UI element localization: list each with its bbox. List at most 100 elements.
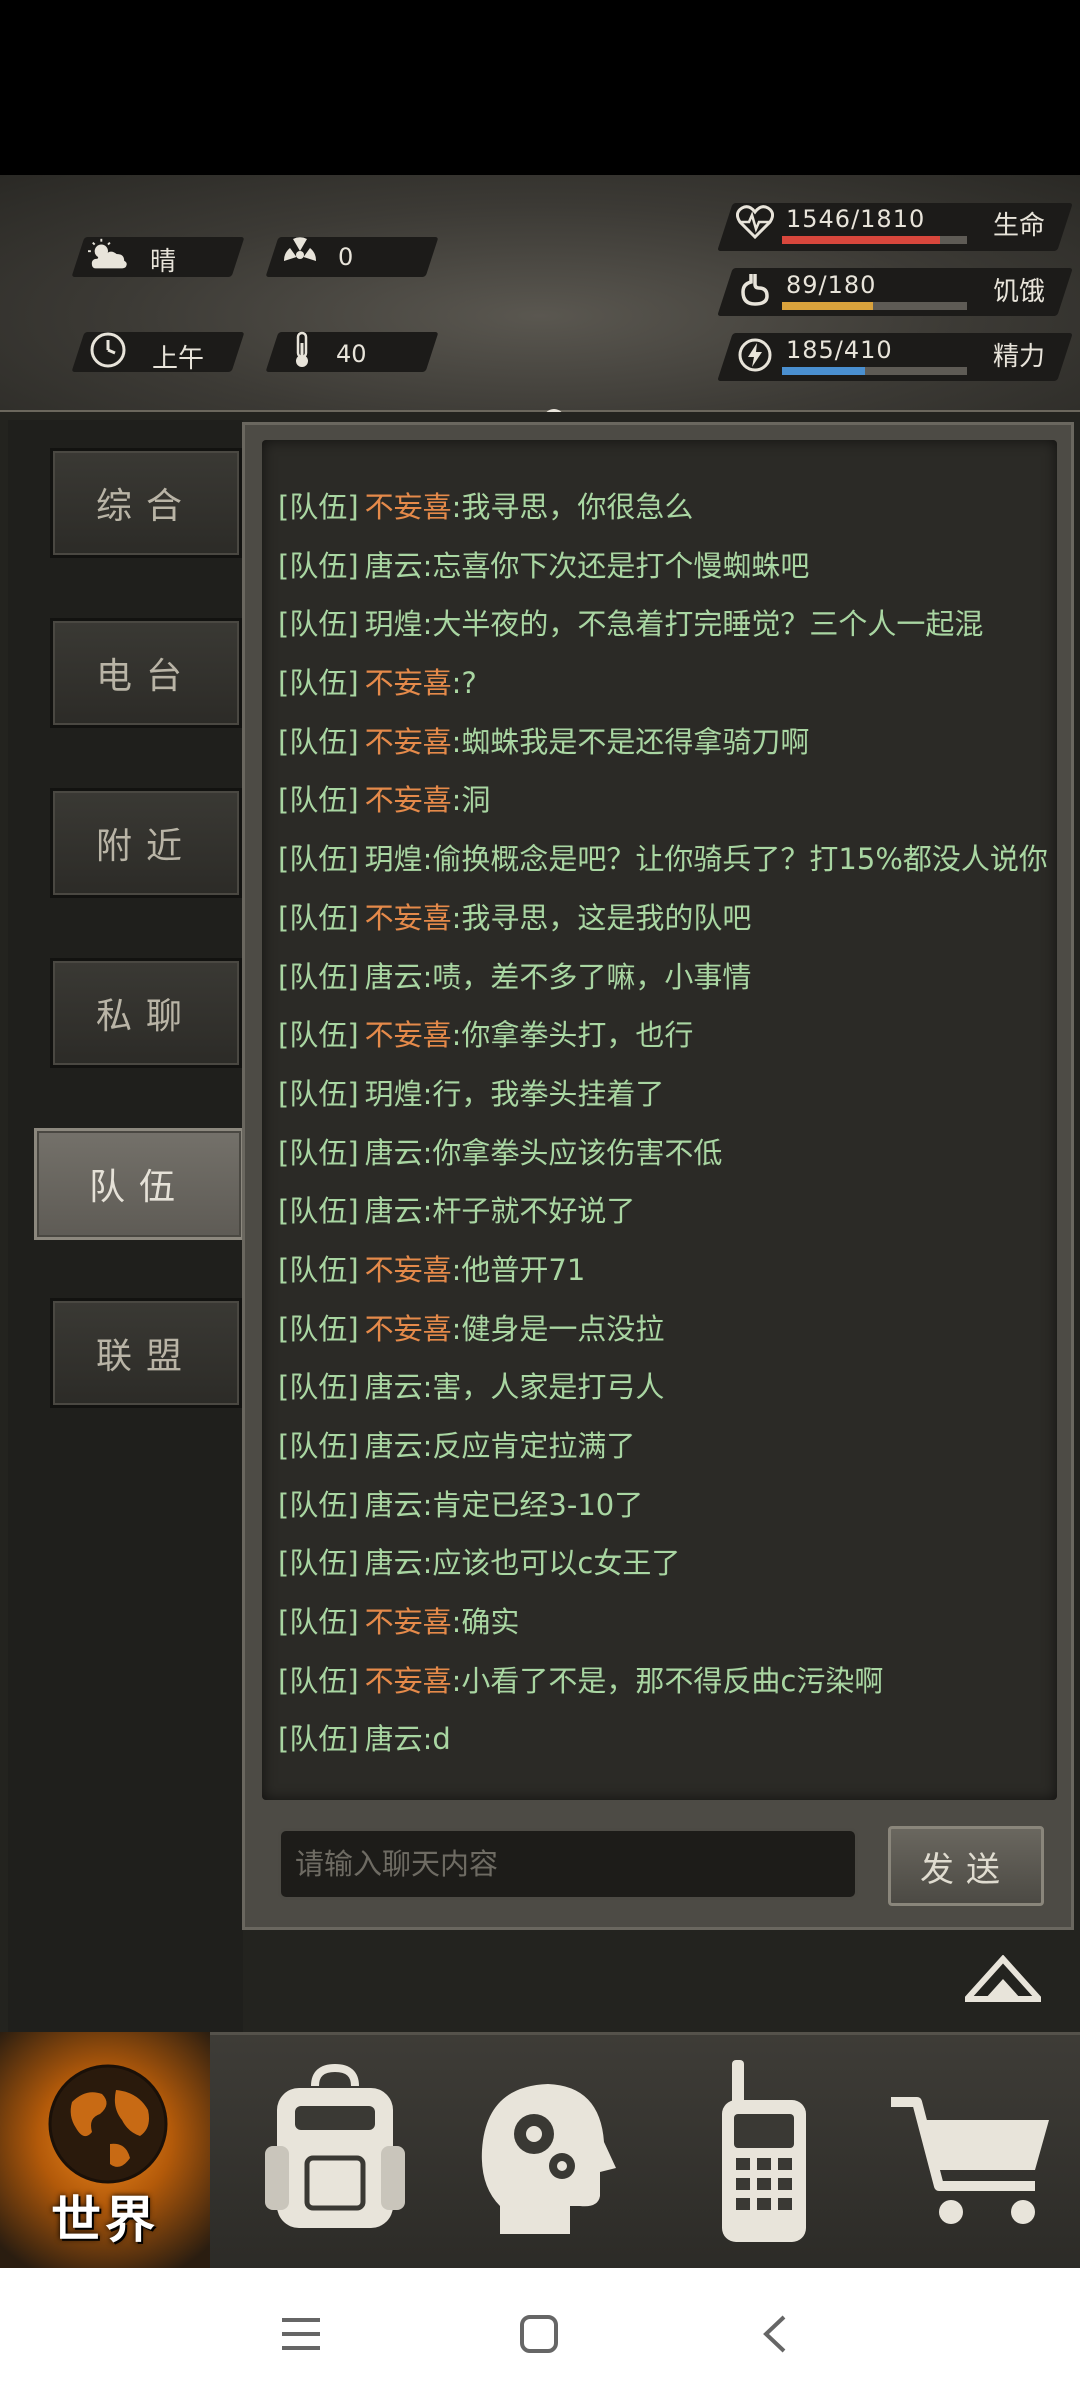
walkie-talkie-icon[interactable] xyxy=(660,2046,860,2262)
sender-name[interactable]: 不妄喜 xyxy=(365,490,452,524)
temperature-value: 40 xyxy=(336,340,367,368)
message-text: :偷换概念是吧？让你骑兵了？打15%都没人说你 xyxy=(422,842,1048,877)
message-text: :反应肯定拉满了 xyxy=(422,1429,636,1463)
tab-radio[interactable]: 电台 xyxy=(50,618,242,728)
channel-tag: [队伍] xyxy=(278,607,359,642)
backpack-icon[interactable] xyxy=(235,2046,435,2262)
status-hud: 晴 0 上午 40 1546/1810 生命 89/180 饥饿 185/410 xyxy=(0,175,1080,550)
thermometer-icon xyxy=(282,330,322,370)
chat-message: [队伍] 玥煌:大半夜的，不急着打完睡觉？三个人一起混 xyxy=(278,595,1058,654)
chat-message: [队伍] 唐云:你拿拳头应该伤害不低 xyxy=(278,1124,1058,1183)
message-text: :? xyxy=(451,666,477,701)
energy-bar xyxy=(782,367,967,375)
channel-tag: [队伍] xyxy=(278,1546,359,1581)
sender-name[interactable]: 不妄喜 xyxy=(365,783,452,817)
hunger-value: 89/180 xyxy=(786,271,877,299)
chat-message: [队伍] 玥煌:偷换概念是吧？让你骑兵了？打15%都没人说你 xyxy=(278,830,1058,889)
channel-tag: [队伍] xyxy=(278,1429,359,1463)
tab-nearby[interactable]: 附近 xyxy=(50,788,242,898)
send-button[interactable]: 发送 xyxy=(888,1826,1044,1906)
sender-name[interactable]: 玥煌 xyxy=(365,842,423,876)
sender-name[interactable]: 唐云 xyxy=(365,1488,423,1522)
chat-message: [队伍] 唐云:害，人家是打弓人 xyxy=(278,1358,1058,1417)
message-text: :我寻思，你很急么 xyxy=(451,490,694,524)
tab-private[interactable]: 私聊 xyxy=(50,958,242,1068)
sender-name[interactable]: 不妄喜 xyxy=(365,725,452,759)
sender-name[interactable]: 不妄喜 xyxy=(365,901,452,935)
back-icon[interactable] xyxy=(760,2314,790,2354)
chat-message: [队伍] 不妄喜:他普开71 xyxy=(278,1241,1058,1300)
chat-message: [队伍] 唐云:啧，差不多了嘛，小事情 xyxy=(278,948,1058,1007)
channel-tag: [队伍] xyxy=(278,1605,359,1640)
message-text: :他普开71 xyxy=(451,1252,586,1287)
shopping-cart-icon[interactable] xyxy=(875,2046,1075,2262)
sender-name[interactable]: 不妄喜 xyxy=(365,1253,452,1287)
health-label: 生命 xyxy=(993,211,1046,241)
energy-label: 精力 xyxy=(993,342,1046,372)
time-of-day-value: 上午 xyxy=(152,344,205,374)
message-text: :害，人家是打弓人 xyxy=(422,1370,665,1405)
sender-name[interactable]: 玥煌 xyxy=(365,607,423,641)
message-text: :洞 xyxy=(451,783,491,818)
chat-message: [队伍] 唐云:杆子就不好说了 xyxy=(278,1182,1058,1241)
health-bar xyxy=(782,236,967,244)
sender-name[interactable]: 不妄喜 xyxy=(365,666,452,700)
nav-world-label: 世界 xyxy=(51,2191,159,2249)
home-icon[interactable] xyxy=(519,2314,559,2354)
channel-tag: [队伍] xyxy=(278,959,359,994)
channel-tag: [队伍] xyxy=(278,1194,359,1229)
sender-name[interactable]: 不妄喜 xyxy=(365,1018,452,1052)
energy-value: 185/410 xyxy=(786,336,893,364)
hunger-label: 饥饿 xyxy=(993,277,1046,307)
tab-general[interactable]: 综合 xyxy=(50,448,242,558)
sender-name[interactable]: 唐云 xyxy=(365,1370,423,1404)
chat-message: [队伍] 唐云:应该也可以c女王了 xyxy=(278,1534,1058,1593)
sender-name[interactable]: 不妄喜 xyxy=(365,1605,452,1639)
chat-message: [队伍] 不妄喜:小看了不是，那不得反曲c污染啊 xyxy=(278,1652,1058,1711)
message-text: :健身是一点没拉 xyxy=(451,1311,665,1346)
collapse-up-icon[interactable] xyxy=(965,1955,1041,2005)
sender-name[interactable]: 唐云 xyxy=(365,1546,423,1580)
chat-message: [队伍] 不妄喜:我寻思，你很急么 xyxy=(278,478,1058,537)
sender-name[interactable]: 唐云 xyxy=(365,960,423,994)
heart-rate-icon xyxy=(735,205,775,245)
message-text: :大半夜的，不急着打完睡觉？三个人一起混 xyxy=(422,607,984,642)
sender-name[interactable]: 玥煌 xyxy=(365,1077,423,1111)
chat-message: [队伍] 唐云:肯定已经3-10了 xyxy=(278,1476,1058,1535)
chat-message: [队伍] 唐云:反应肯定拉满了 xyxy=(278,1417,1058,1476)
message-text: :应该也可以c女王了 xyxy=(422,1546,681,1581)
sender-name[interactable]: 唐云 xyxy=(365,1194,423,1228)
chat-message: [队伍] 不妄喜:你拿拳头打，也行 xyxy=(278,1006,1058,1065)
sender-name[interactable]: 不妄喜 xyxy=(365,1312,452,1346)
menu-icon[interactable] xyxy=(280,2316,322,2352)
message-text: :确实 xyxy=(451,1605,520,1640)
tab-team[interactable]: 队伍 xyxy=(34,1128,244,1240)
message-text: :忘喜你下次还是打个慢蜘蛛吧 xyxy=(422,548,810,583)
sender-name[interactable]: 唐云 xyxy=(365,1136,423,1170)
chat-message: [队伍] 不妄喜:确实 xyxy=(278,1593,1058,1652)
skills-head-icon[interactable] xyxy=(440,2046,640,2262)
sender-name[interactable]: 不妄喜 xyxy=(365,1664,452,1698)
radiation-icon xyxy=(280,235,320,275)
channel-tag: [队伍] xyxy=(278,490,359,524)
message-text: :啧，差不多了嘛，小事情 xyxy=(422,959,752,994)
radiation-value: 0 xyxy=(338,243,354,271)
sender-name[interactable]: 唐云 xyxy=(365,549,423,583)
tab-alliance[interactable]: 联盟 xyxy=(50,1298,242,1408)
chat-message: [队伍] 不妄喜:? xyxy=(278,654,1058,713)
health-value: 1546/1810 xyxy=(786,205,926,233)
channel-tag: [队伍] xyxy=(278,1370,359,1405)
channel-tag: [队伍] xyxy=(278,548,359,583)
status-bar xyxy=(0,0,1080,175)
message-text: :杆子就不好说了 xyxy=(422,1194,636,1229)
chat-message: [队伍] 不妄喜:健身是一点没拉 xyxy=(278,1300,1058,1359)
hunger-bar xyxy=(782,302,967,310)
stomach-icon xyxy=(735,272,775,312)
sender-name[interactable]: 唐云 xyxy=(365,1722,423,1756)
chat-input[interactable]: 请输入聊天内容 xyxy=(278,1828,858,1900)
chat-message: [队伍] 唐云:d xyxy=(278,1710,1058,1769)
sender-name[interactable]: 唐云 xyxy=(365,1429,423,1463)
energy-icon xyxy=(735,337,775,377)
channel-tag: [队伍] xyxy=(278,1018,359,1053)
chat-message: [队伍] 玥煌:行，我拳头挂着了 xyxy=(278,1065,1058,1124)
